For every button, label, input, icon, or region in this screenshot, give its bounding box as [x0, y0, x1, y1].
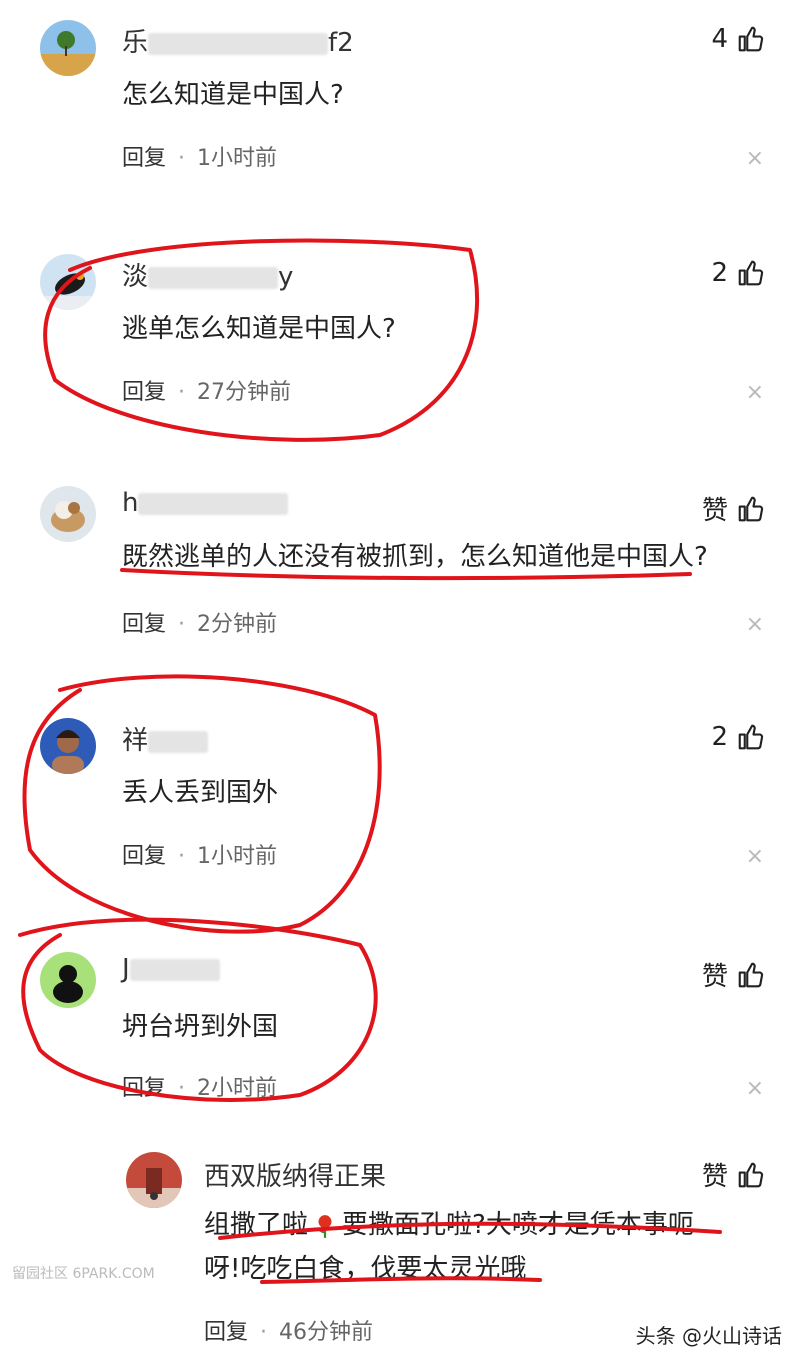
comment-meta: 回复 · 2分钟前 — [122, 612, 278, 637]
timestamp: 2小时前 — [197, 1076, 278, 1101]
close-icon[interactable]: × — [746, 844, 764, 869]
thumbs-up-icon — [738, 260, 764, 286]
close-icon[interactable]: × — [746, 380, 764, 405]
comment-meta: 回复 · 46分钟前 — [204, 1320, 374, 1345]
blurred-name — [129, 958, 220, 981]
like-button[interactable]: 赞 — [702, 1156, 766, 1193]
watermark-left: 留园社区 6PARK.COM — [12, 1266, 155, 1282]
close-icon[interactable]: × — [746, 146, 764, 171]
avatar[interactable] — [40, 952, 96, 1008]
close-icon[interactable]: × — [746, 1076, 764, 1101]
blurred-name — [148, 266, 279, 289]
avatar-cat-image — [40, 486, 96, 542]
thumbs-up-icon — [738, 496, 764, 521]
comment-meta: 回复 · 1小时前 — [122, 146, 278, 171]
username[interactable]: 祥 — [122, 720, 209, 757]
comment-meta: 回复 · 2小时前 — [122, 1076, 278, 1101]
comment-text: 既然逃单的人还没有被抓到，怎么知道他是中国人? — [122, 542, 708, 572]
thumbs-up-icon — [738, 26, 764, 52]
reply-button[interactable]: 回复 — [122, 380, 166, 405]
avatar[interactable] — [40, 486, 96, 542]
avatar-man-image — [40, 718, 96, 774]
avatar-bird-image — [40, 254, 96, 310]
blurred-name — [148, 730, 209, 753]
comment-text: 怎么知道是中国人? — [122, 80, 344, 110]
username[interactable]: h — [122, 488, 289, 518]
blurred-name — [148, 32, 329, 55]
username[interactable]: 淡y — [122, 256, 293, 293]
comment-text-line2: 呀!吃吃白食，伐要太灵光哦 — [204, 1254, 527, 1284]
comment-text: 逃单怎么知道是中国人? — [122, 314, 396, 344]
avatar-temple-image — [126, 1152, 182, 1208]
reply-button[interactable]: 回复 — [122, 612, 166, 637]
comment-text: 丢人丢到国外 — [122, 778, 279, 808]
avatar[interactable] — [40, 20, 96, 76]
like-count: 赞 — [701, 496, 728, 526]
like-count: 赞 — [701, 962, 728, 992]
rose-emoji-icon — [317, 1214, 332, 1238]
avatar[interactable] — [40, 254, 96, 310]
like-count: 2 — [711, 258, 728, 288]
like-button[interactable]: 赞 — [702, 490, 766, 527]
thumbs-up-icon — [738, 1162, 764, 1187]
like-button[interactable]: 2 — [711, 258, 766, 288]
like-button[interactable]: 赞 — [702, 956, 766, 993]
comment-text: 坍台坍到外国 — [122, 1012, 279, 1042]
reply-button[interactable]: 回复 — [122, 844, 166, 869]
thumbs-up-icon — [738, 962, 764, 987]
like-button[interactable]: 2 — [711, 722, 766, 752]
avatar[interactable] — [126, 1152, 182, 1208]
username[interactable]: 乐 f2 — [122, 22, 354, 59]
reply-button[interactable]: 回复 — [204, 1320, 248, 1345]
comment-meta: 回复 · 27分钟前 — [122, 380, 292, 405]
timestamp: 2分钟前 — [197, 612, 278, 637]
like-count: 4 — [711, 24, 728, 54]
avatar[interactable] — [40, 718, 96, 774]
like-count: 2 — [711, 722, 728, 752]
timestamp: 46分钟前 — [279, 1320, 374, 1345]
timestamp: 27分钟前 — [197, 380, 292, 405]
close-icon[interactable]: × — [746, 612, 764, 637]
like-button[interactable]: 4 — [711, 24, 766, 54]
reply-button[interactable]: 回复 — [122, 1076, 166, 1101]
comment-text-line1: 组撒了啦 要撒面孔啦?大喷才是凭本事呃 — [204, 1210, 694, 1240]
red-annotations — [18, 238, 722, 1284]
username[interactable]: 西双版纳得正果 — [204, 1156, 386, 1193]
username[interactable]: J — [122, 954, 220, 984]
like-count: 赞 — [701, 1162, 728, 1192]
watermark-right: 头条 @火山诗话 — [635, 1324, 782, 1348]
reply-button[interactable]: 回复 — [122, 146, 166, 171]
timestamp: 1小时前 — [197, 146, 278, 171]
timestamp: 1小时前 — [197, 844, 278, 869]
avatar-tree-image — [40, 20, 96, 76]
avatar-blob-image — [40, 952, 96, 1008]
comment-meta: 回复 · 1小时前 — [122, 844, 278, 869]
thumbs-up-icon — [738, 724, 764, 750]
blurred-name — [138, 492, 289, 515]
